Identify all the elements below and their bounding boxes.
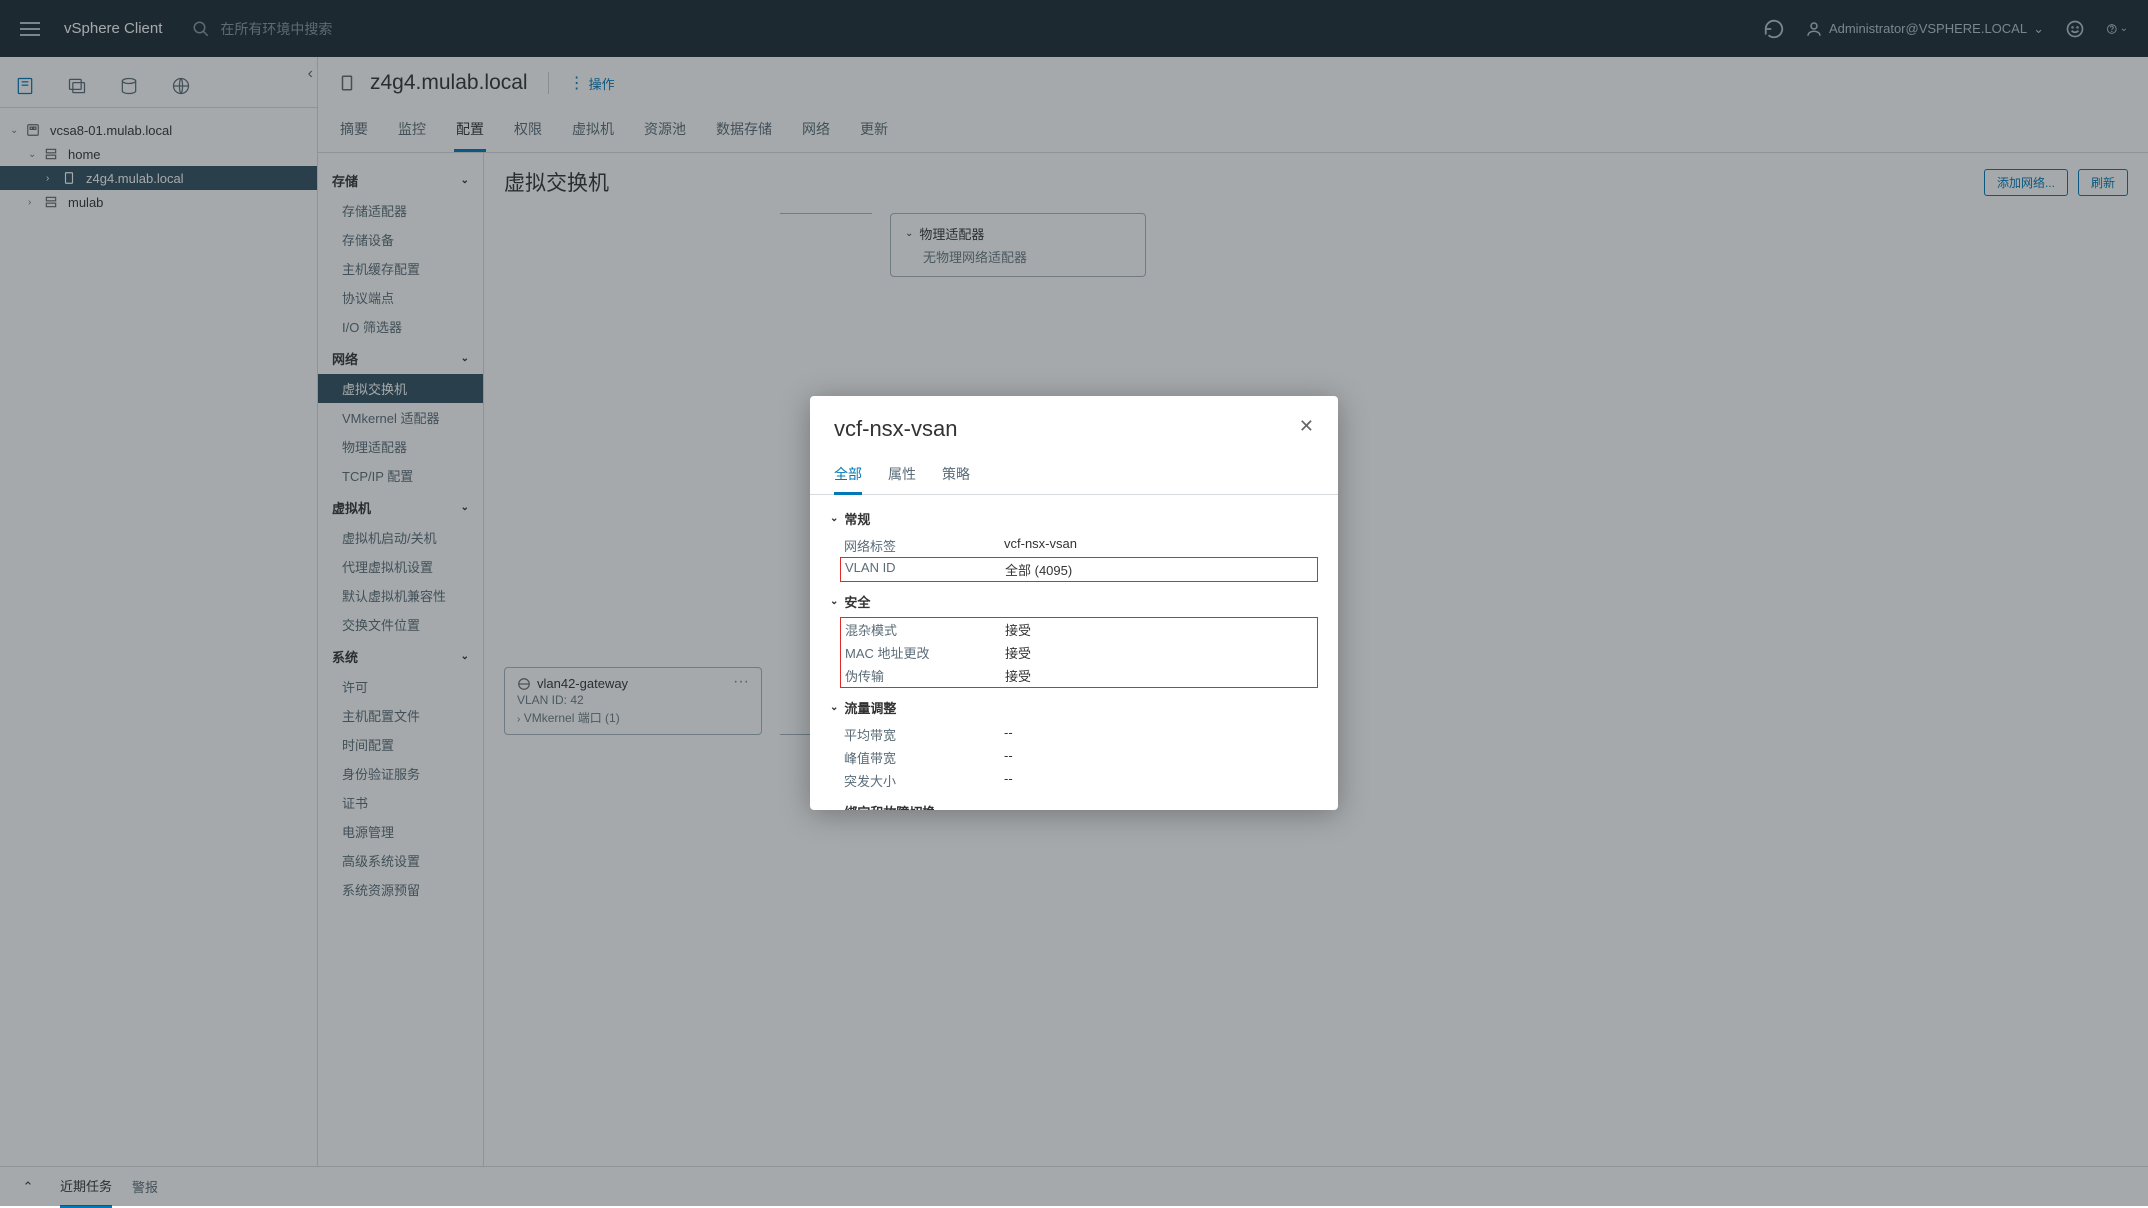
section-shaping: ⌄流量调整 平均带宽 -- 峰值带宽 -- 突发大小 -- — [830, 698, 1314, 792]
prop-value: 接受 — [1005, 643, 1031, 662]
prop-row: 网络标签 vcf-nsx-vsan — [844, 534, 1314, 557]
prop-row: 峰值带宽 -- — [844, 746, 1314, 769]
prop-row: 混杂模式 接受 — [845, 618, 1313, 641]
prop-row-vlan: VLAN ID 全部 (4095) — [845, 558, 1313, 581]
prop-value: -- — [1004, 771, 1013, 790]
chevron-down-icon: ⌄ — [830, 806, 838, 810]
section-general: ⌄常规 网络标签 vcf-nsx-vsan VLAN ID 全部 (4095) — [830, 509, 1314, 582]
prop-label: 混杂模式 — [845, 620, 1005, 639]
mtab-all[interactable]: 全部 — [834, 456, 862, 495]
mtab-properties[interactable]: 属性 — [888, 456, 916, 495]
section-teaming: ⌄绑定和故障切换 — [830, 802, 1314, 810]
prop-label: 伪传输 — [845, 666, 1005, 685]
modal-overlay[interactable]: vcf-nsx-vsan ✕ 全部 属性 策略 ⌄常规 网络标签 vcf-nsx… — [0, 0, 2148, 1206]
mtab-policy[interactable]: 策略 — [942, 456, 970, 495]
section-toggle[interactable]: ⌄绑定和故障切换 — [830, 802, 1314, 810]
prop-label: 网络标签 — [844, 536, 1004, 555]
prop-row: 伪传输 接受 — [845, 664, 1313, 687]
prop-row: MAC 地址更改 接受 — [845, 641, 1313, 664]
modal-body[interactable]: ⌄常规 网络标签 vcf-nsx-vsan VLAN ID 全部 (4095) — [810, 495, 1338, 810]
modal-tabs: 全部 属性 策略 — [810, 442, 1338, 495]
chevron-down-icon: ⌄ — [830, 702, 838, 713]
prop-label: 突发大小 — [844, 771, 1004, 790]
prop-value: 接受 — [1005, 666, 1031, 685]
prop-label: VLAN ID — [845, 560, 1005, 579]
portgroup-modal: vcf-nsx-vsan ✕ 全部 属性 策略 ⌄常规 网络标签 vcf-nsx… — [810, 396, 1338, 810]
prop-value: -- — [1004, 748, 1013, 767]
modal-title: vcf-nsx-vsan — [834, 416, 957, 442]
close-icon[interactable]: ✕ — [1299, 416, 1314, 437]
prop-value: 全部 (4095) — [1005, 560, 1072, 579]
chevron-down-icon: ⌄ — [830, 513, 838, 524]
prop-row: 突发大小 -- — [844, 769, 1314, 792]
section-security: ⌄安全 混杂模式 接受 MAC 地址更改 接受 伪传输 接受 — [830, 592, 1314, 688]
section-toggle[interactable]: ⌄流量调整 — [830, 698, 1314, 717]
section-toggle[interactable]: ⌄安全 — [830, 592, 1314, 611]
prop-value: 接受 — [1005, 620, 1031, 639]
prop-label: 平均带宽 — [844, 725, 1004, 744]
section-toggle[interactable]: ⌄常规 — [830, 509, 1314, 528]
prop-value: -- — [1004, 725, 1013, 744]
prop-value: vcf-nsx-vsan — [1004, 536, 1077, 555]
prop-label: MAC 地址更改 — [845, 643, 1005, 662]
prop-row: 平均带宽 -- — [844, 723, 1314, 746]
prop-label: 峰值带宽 — [844, 748, 1004, 767]
chevron-down-icon: ⌄ — [830, 596, 838, 607]
